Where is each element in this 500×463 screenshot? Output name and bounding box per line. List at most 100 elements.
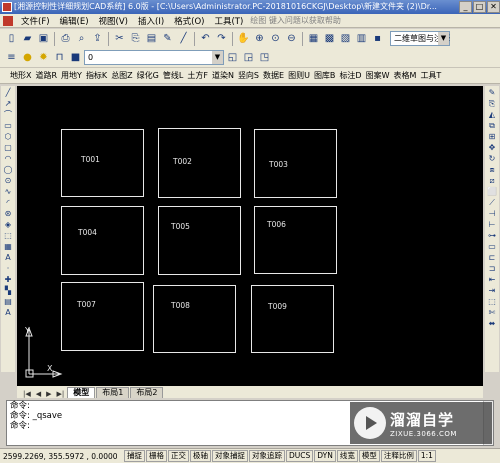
array-icon[interactable]: ⊞	[487, 132, 498, 142]
chevron-down-icon[interactable]: ▼	[212, 51, 223, 64]
gradient-icon[interactable]: ▚	[3, 286, 14, 296]
sun-icon[interactable]: ✹	[36, 50, 51, 65]
lock-icon[interactable]: ⊓	[52, 50, 67, 65]
osnap-toggle[interactable]: 对象捕捉	[212, 450, 248, 462]
zoom-previous-icon[interactable]: ⊖	[284, 31, 299, 46]
offset-icon[interactable]: ⧉	[487, 121, 498, 131]
category-indicators[interactable]: 指标K	[84, 70, 109, 81]
drawing-frame[interactable]	[251, 285, 334, 353]
snap-toggle[interactable]: 捕捉	[124, 450, 145, 462]
category-table[interactable]: 表格M	[392, 70, 419, 81]
ortho-toggle[interactable]: 正交	[168, 450, 189, 462]
cut-icon[interactable]: ✂	[112, 31, 127, 46]
donut-icon[interactable]: ⊙	[3, 176, 14, 186]
workspace-select[interactable]: 二维草图与注释 ▼	[390, 31, 450, 46]
circle-icon[interactable]: ◯	[3, 165, 14, 175]
break-icon[interactable]: ⊶	[487, 231, 498, 241]
move-object-icon[interactable]: ✥	[487, 143, 498, 153]
preview-icon[interactable]: ⌕	[74, 31, 89, 46]
scale-icon[interactable]: ⧈	[487, 165, 498, 175]
close-button[interactable]: ✕	[487, 1, 500, 13]
trim-icon[interactable]: ⟋	[487, 198, 498, 208]
polygon-icon[interactable]: ⬡	[3, 132, 14, 142]
drawing-frame[interactable]	[158, 206, 241, 275]
drawing-frame[interactable]	[153, 285, 236, 353]
block-icon[interactable]: ◈	[3, 220, 14, 230]
publish-icon[interactable]: ⇪	[90, 31, 105, 46]
copy-object-icon[interactable]: ⎘	[487, 99, 498, 109]
construction-line-icon[interactable]: ↗	[3, 99, 14, 109]
brush-icon[interactable]: ╱	[176, 31, 191, 46]
category-data[interactable]: 数据E	[261, 70, 286, 81]
tab-last-button[interactable]: ▶|	[55, 390, 67, 398]
explode-icon[interactable]: ⬚	[487, 297, 498, 307]
layer-state-icon[interactable]: ◲	[241, 50, 256, 65]
join-icon[interactable]: ▭	[487, 242, 498, 252]
point-icon[interactable]: ·	[3, 264, 14, 274]
category-landuse[interactable]: 用地Y	[59, 70, 84, 81]
ellipse-arc-icon[interactable]: ◜	[3, 198, 14, 208]
stretch-horizontal-icon[interactable]: ⬌	[487, 319, 498, 329]
line-icon[interactable]: ╱	[3, 88, 14, 98]
calculator-icon[interactable]: ▥	[354, 31, 369, 46]
layout-icon[interactable]: ▪	[370, 31, 385, 46]
save-icon[interactable]: ▣	[36, 31, 51, 46]
layer-previous-icon[interactable]: ◱	[225, 50, 240, 65]
category-pipelines[interactable]: 管线L	[161, 70, 185, 81]
fillet-icon[interactable]: ⊐	[487, 264, 498, 274]
mirror-icon[interactable]: ◭	[487, 110, 498, 120]
stretch-icon[interactable]: ⧄	[487, 176, 498, 186]
design-center-icon[interactable]: ▩	[322, 31, 337, 46]
hatch-icon[interactable]: ▦	[3, 242, 14, 252]
drawing-frame[interactable]	[254, 129, 337, 198]
spline-icon[interactable]: ∿	[3, 187, 14, 197]
tab-prev-button[interactable]: ◀	[34, 390, 43, 398]
rectangle-icon[interactable]: ▭	[3, 121, 14, 131]
drawing-frame[interactable]	[61, 282, 144, 351]
category-library[interactable]: 图库B	[312, 70, 338, 81]
lengthen-icon[interactable]: ⬜	[487, 187, 498, 197]
category-roads[interactable]: 道路R	[33, 70, 59, 81]
category-vertical[interactable]: 竖向S	[236, 70, 261, 81]
menu-insert[interactable]: 插入(I)	[133, 15, 169, 27]
chamfer-icon[interactable]: ⊏	[487, 253, 498, 263]
document-icon[interactable]	[3, 15, 13, 26]
otrack-toggle[interactable]: 对象追踪	[249, 450, 285, 462]
category-tools[interactable]: 工具T	[418, 70, 443, 81]
maximize-button[interactable]: □	[473, 1, 486, 13]
category-earthwork[interactable]: 土方F	[185, 70, 210, 81]
break-point-icon[interactable]: ⊢	[487, 220, 498, 230]
annotation-scale-select[interactable]: 1:1	[417, 450, 436, 462]
paste-icon[interactable]: ▤	[144, 31, 159, 46]
copy-icon[interactable]: ⎘	[128, 31, 143, 46]
layer-manager-icon[interactable]: ≡	[4, 50, 19, 65]
dyn-toggle[interactable]: DYN	[314, 450, 336, 462]
multiline-text-icon[interactable]: A	[3, 308, 14, 318]
make-block-icon[interactable]: ⬚	[3, 231, 14, 241]
layer-select[interactable]: 0 ▼	[84, 50, 224, 65]
new-icon[interactable]: ▯	[4, 31, 19, 46]
zoom-realtime-icon[interactable]: ⊕	[252, 31, 267, 46]
undo-icon[interactable]: ↶	[198, 31, 213, 46]
polar-toggle[interactable]: 极轴	[190, 450, 211, 462]
tab-next-button[interactable]: ▶	[44, 390, 53, 398]
category-annotation[interactable]: 标注D	[337, 70, 363, 81]
menu-format[interactable]: 格式(O)	[169, 15, 209, 27]
scissors-icon[interactable]: ✄	[487, 308, 498, 318]
table-icon[interactable]: ▤	[3, 297, 14, 307]
tab-model[interactable]: 模型	[67, 387, 96, 398]
tab-first-button[interactable]: |◀	[21, 390, 33, 398]
zoom-window-icon[interactable]: ⊙	[268, 31, 283, 46]
chevron-down-icon[interactable]: ▼	[438, 32, 449, 45]
layer-match-icon[interactable]: ◳	[257, 50, 272, 65]
tab-layout2[interactable]: 布局2	[130, 387, 164, 398]
drawing-frame[interactable]	[254, 206, 337, 274]
rotate-icon[interactable]: ↻	[487, 154, 498, 164]
model-toggle[interactable]: 模型	[358, 450, 380, 462]
move-icon[interactable]: ✚	[3, 275, 14, 285]
square-icon[interactable]: ▢	[3, 143, 14, 153]
text-icon[interactable]: A	[3, 253, 14, 263]
extend-icon[interactable]: ⊣	[487, 209, 498, 219]
properties-icon[interactable]: ▦	[306, 31, 321, 46]
category-terrain[interactable]: 地形X	[8, 70, 33, 81]
